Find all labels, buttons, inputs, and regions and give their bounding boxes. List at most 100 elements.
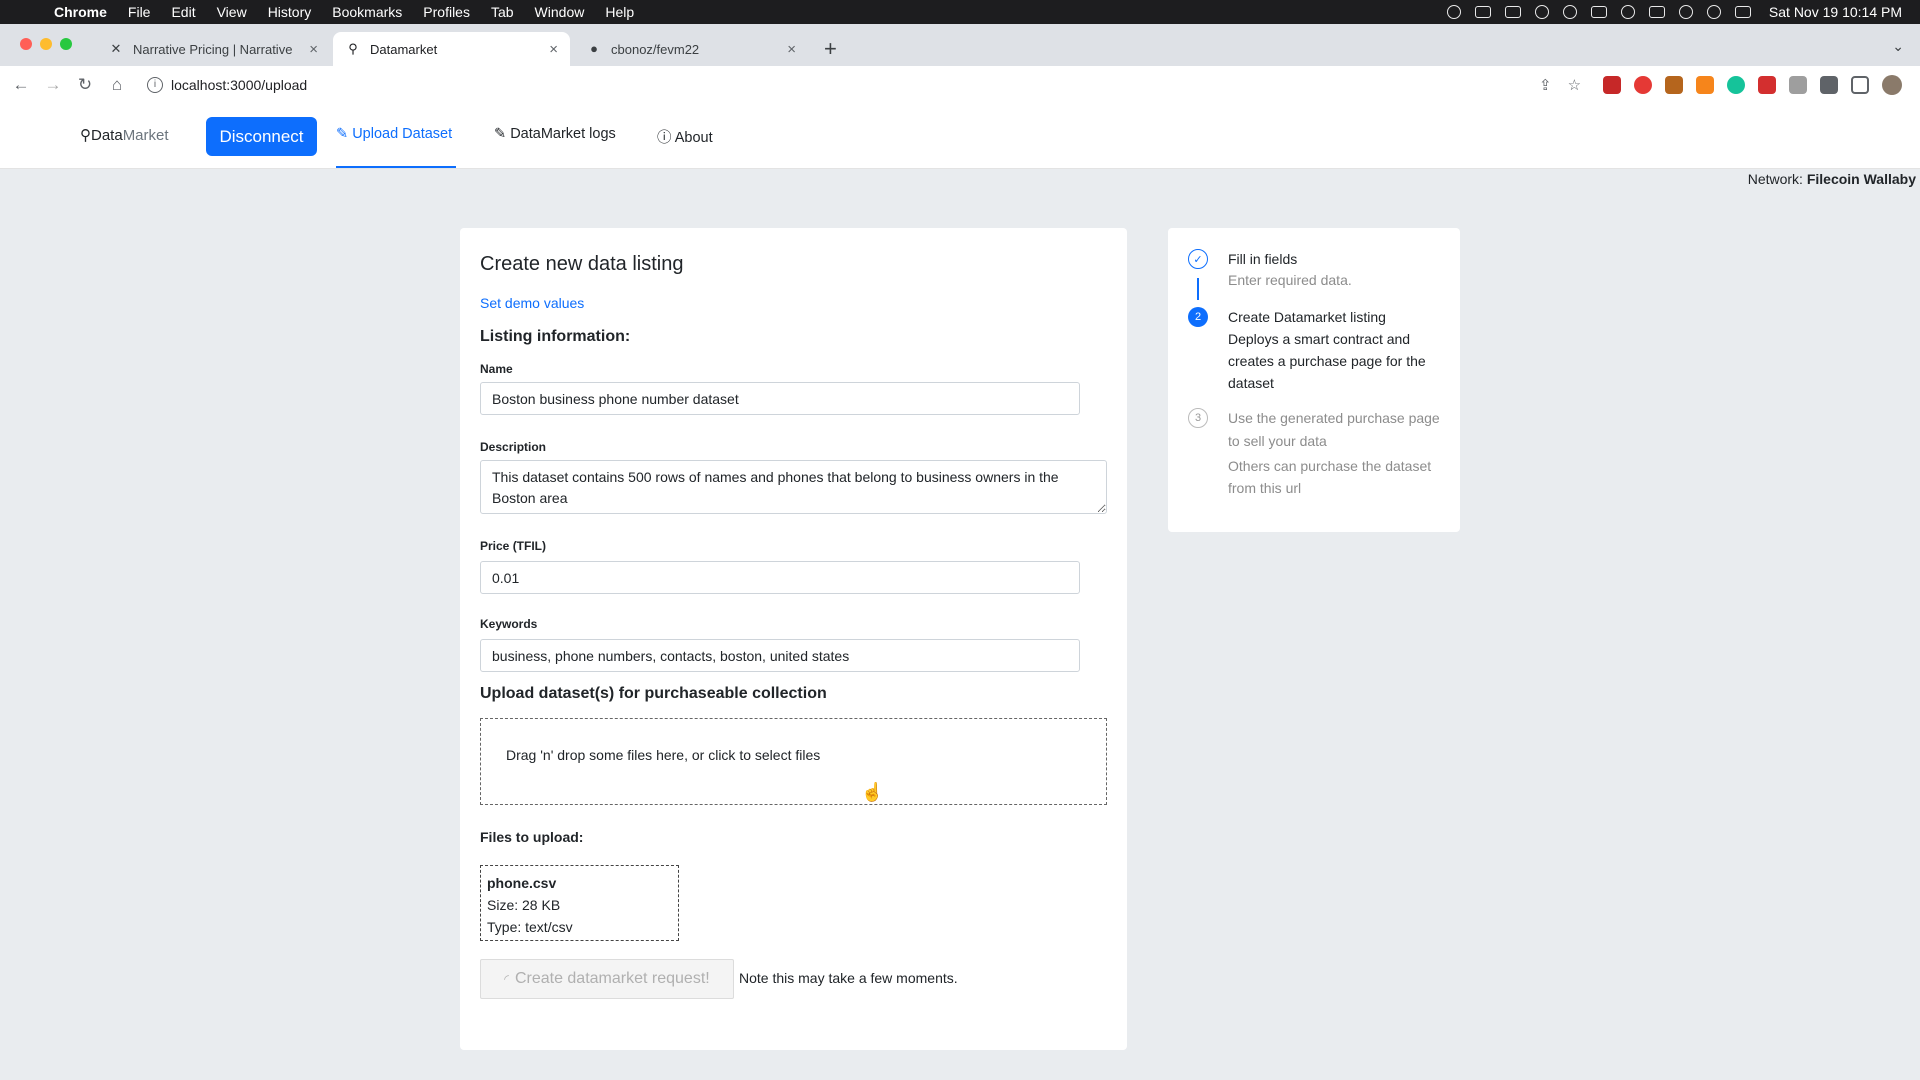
menu-edit[interactable]: Edit: [171, 4, 195, 20]
close-icon[interactable]: ×: [549, 41, 558, 58]
star-icon[interactable]: ☆: [1568, 76, 1581, 94]
narrative-icon: ✕: [110, 41, 122, 56]
network-indicator: Network: Filecoin Wallaby: [1748, 171, 1916, 187]
record-icon[interactable]: [1446, 5, 1461, 19]
description-textarea[interactable]: This dataset contains 500 rows of names …: [480, 460, 1107, 514]
nav-upload-dataset[interactable]: ✎ Upload Dataset: [336, 126, 452, 142]
bluetooth-icon[interactable]: [1562, 5, 1577, 19]
close-window-button[interactable]: [20, 38, 32, 50]
step-2-number: 2: [1188, 307, 1208, 327]
files-to-upload-heading: Files to upload:: [480, 829, 584, 845]
url-text[interactable]: localhost:3000/upload: [171, 77, 307, 93]
description-label: Description: [480, 440, 547, 454]
create-listing-card: Create new data listing Set demo values …: [460, 228, 1127, 1050]
shield-icon[interactable]: [1534, 5, 1549, 19]
wifi-icon[interactable]: [1678, 5, 1693, 19]
battery-icon[interactable]: [1648, 6, 1665, 18]
menu-bookmarks[interactable]: Bookmarks: [332, 4, 402, 20]
nav-upload-label: Upload Dataset: [352, 126, 453, 142]
brand-logo[interactable]: ⚲DataMarket: [80, 126, 169, 144]
share-icon[interactable]: ⇪: [1539, 76, 1552, 94]
adblock-icon[interactable]: [1634, 76, 1653, 94]
close-icon[interactable]: ×: [787, 41, 796, 58]
tab-datamarket[interactable]: ⚲ Datamarket ×: [333, 32, 570, 66]
step-2-desc: Deploys a smart contract and creates a p…: [1228, 331, 1426, 391]
extension-badge-icon[interactable]: [1758, 76, 1777, 94]
datamarket-icon: ⚲: [348, 41, 358, 56]
price-label: Price (TFIL): [480, 539, 547, 553]
extension-brown-icon[interactable]: [1665, 76, 1684, 94]
step-connector: [1197, 278, 1199, 300]
app-navbar: ⚲DataMarket Disconnect ✎ Upload Dataset …: [0, 104, 1920, 169]
keywords-input[interactable]: [480, 639, 1080, 672]
control-center-icon[interactable]: [1734, 6, 1751, 18]
tab-github[interactable]: ● cbonoz/fevm22 ×: [574, 32, 808, 66]
new-tab-icon[interactable]: +: [824, 36, 837, 62]
create-request-button[interactable]: ◜ Create datamarket request!: [480, 959, 734, 999]
tab-label: cbonoz/fevm22: [611, 41, 700, 57]
reload-icon[interactable]: ↻: [69, 75, 101, 95]
minimize-window-button[interactable]: [40, 38, 52, 50]
nav-datamarket-logs[interactable]: ✎ DataMarket logs: [494, 126, 616, 142]
nav-about[interactable]: ⓘ About: [657, 126, 713, 147]
menu-file[interactable]: File: [128, 4, 151, 20]
upload-heading: Upload dataset(s) for purchaseable colle…: [480, 685, 827, 702]
address-bar[interactable]: i localhost:3000/upload: [139, 71, 1529, 99]
page-title: Create new data listing: [480, 253, 684, 275]
macos-menu-bar: Chrome File Edit View History Bookmarks …: [0, 0, 1920, 24]
grammarly-icon[interactable]: [1727, 76, 1746, 94]
browser-toolbar: ← → ↻ ⌂ i localhost:3000/upload ⇪ ☆ ⋮: [0, 66, 1920, 105]
extension-gray-icon[interactable]: [1789, 76, 1808, 94]
menu-view[interactable]: View: [217, 4, 247, 20]
active-tab-underline: [336, 166, 456, 168]
step-1-check-icon: ✓: [1188, 249, 1208, 269]
file-item: phone.csv Size: 28 KB Type: text/csv: [480, 865, 679, 941]
window-controls: [20, 38, 72, 50]
audio-icon[interactable]: [1474, 6, 1491, 18]
dropzone-text: Drag 'n' drop some files here, or click …: [506, 747, 821, 763]
home-icon[interactable]: ⌂: [101, 75, 133, 95]
search-icon[interactable]: [1706, 5, 1721, 19]
kebab-menu-icon[interactable]: ⋮: [1915, 76, 1920, 94]
window-icon[interactable]: [1504, 6, 1521, 18]
status-area: Sat Nov 19 10:14 PM: [1446, 0, 1902, 24]
brand-text-a: Data: [91, 127, 123, 144]
metamask-icon[interactable]: [1696, 76, 1715, 94]
menu-tab[interactable]: Tab: [491, 4, 514, 20]
tab-label: Narrative Pricing | Narrative: [133, 41, 293, 57]
step-1-title: Fill in fields: [1228, 251, 1298, 267]
menu-help[interactable]: Help: [605, 4, 634, 20]
question-circle-icon: ⓘ: [657, 130, 672, 146]
puzzle-icon[interactable]: [1820, 76, 1839, 94]
menu-app-name[interactable]: Chrome: [54, 4, 107, 20]
zoom-window-button[interactable]: [60, 38, 72, 50]
sidepanel-icon[interactable]: [1851, 76, 1870, 94]
tab-narrative[interactable]: ✕ Narrative Pricing | Narrative ×: [96, 32, 330, 66]
extension-red-icon[interactable]: [1603, 76, 1622, 94]
keyboard-icon[interactable]: [1590, 6, 1607, 18]
menu-window[interactable]: Window: [535, 4, 585, 20]
hand-cursor-icon: ☝: [861, 782, 884, 802]
chevron-down-icon[interactable]: ⌄: [1892, 38, 1904, 55]
datamarket-icon: ⚲: [80, 127, 91, 144]
price-input[interactable]: [480, 561, 1080, 594]
menu-profiles[interactable]: Profiles: [423, 4, 470, 20]
name-input[interactable]: [480, 382, 1080, 415]
set-demo-values-link[interactable]: Set demo values: [480, 295, 584, 311]
forward-icon[interactable]: →: [37, 75, 69, 95]
moon-icon[interactable]: [1620, 5, 1635, 19]
disconnect-button[interactable]: Disconnect: [206, 117, 317, 156]
progress-steps-card: ✓ Fill in fields Enter required data. 2 …: [1168, 228, 1460, 532]
tab-label: Datamarket: [370, 41, 438, 57]
spinner-icon: ◜: [504, 972, 509, 986]
menu-history[interactable]: History: [268, 4, 312, 20]
nav-about-label: About: [674, 130, 713, 146]
create-request-label: Create datamarket request!: [514, 970, 710, 987]
edit-icon: ✎: [494, 126, 507, 142]
info-icon[interactable]: i: [147, 77, 163, 93]
avatar[interactable]: [1882, 75, 1903, 95]
close-icon[interactable]: ×: [309, 41, 318, 58]
menu-clock[interactable]: Sat Nov 19 10:14 PM: [1769, 4, 1902, 20]
back-icon[interactable]: ←: [5, 75, 37, 95]
file-dropzone[interactable]: Drag 'n' drop some files here, or click …: [480, 718, 1107, 805]
